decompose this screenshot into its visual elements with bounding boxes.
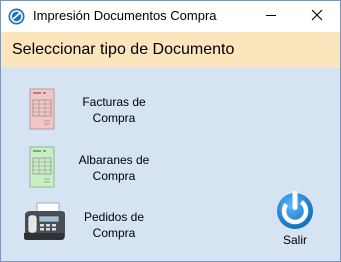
orders-option[interactable]: Pedidos de Compra: [21, 202, 161, 252]
header-band: Seleccionar tipo de Documento: [1, 32, 340, 68]
delivery-notes-option[interactable]: Albaranes de Compra: [21, 145, 161, 195]
orders-label: Pedidos de Compra: [83, 210, 145, 240]
window-title: Impresión Documentos Compra: [33, 8, 217, 23]
invoices-option[interactable]: Facturas de Compra: [21, 87, 161, 137]
print-dialog-window: Impresión Documentos Compra Seleccionar …: [0, 0, 341, 262]
close-button[interactable]: [294, 1, 340, 32]
close-icon: [311, 8, 323, 26]
minimize-icon: [265, 8, 277, 26]
section-title: Seleccionar tipo de Documento: [12, 41, 235, 58]
power-icon: [271, 187, 319, 238]
title-bar[interactable]: Impresión Documentos Compra: [1, 1, 340, 32]
exit-button[interactable]: Salir: [263, 187, 327, 249]
delivery-notes-label: Albaranes de Compra: [78, 153, 150, 183]
invoice-document-icon: [21, 87, 61, 136]
invoices-label: Facturas de Compra: [82, 95, 146, 125]
minimize-button[interactable]: [248, 1, 294, 32]
fax-machine-icon: [21, 202, 67, 247]
app-logo-icon: [8, 8, 25, 25]
delivery-note-document-icon: [21, 145, 61, 194]
exit-label: Salir: [282, 233, 307, 247]
